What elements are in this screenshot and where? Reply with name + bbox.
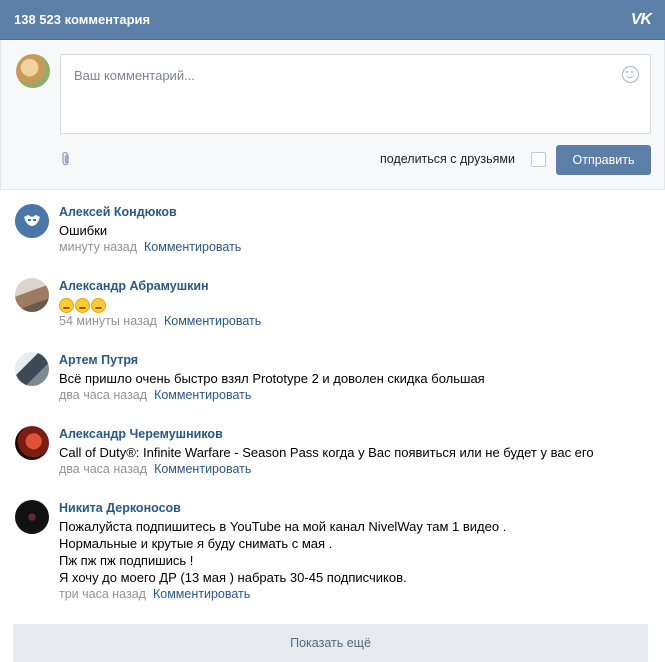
avatar[interactable]: [15, 352, 49, 386]
comment-text: Call of Duty®: Infinite Warfare - Season…: [59, 444, 594, 461]
comment-meta: два часа назад Комментировать: [59, 388, 251, 402]
comments-count-title: 138 523 комментария: [14, 12, 151, 27]
attach-clip-icon[interactable]: [60, 151, 72, 167]
comment-text: Ошибки: [59, 222, 107, 239]
share-with-friends-checkbox[interactable]: [531, 152, 546, 167]
comment-time[interactable]: 54 минуты назад: [59, 314, 157, 328]
comment-text-line: Пж пж пж подпишись !: [59, 553, 194, 568]
avatar[interactable]: [15, 426, 49, 460]
emoji-icon: [59, 298, 74, 313]
list-item: Алексей Кондюков Ошибки минуту назад Комм…: [0, 190, 665, 264]
share-with-friends-label: поделиться с друзьями: [380, 152, 515, 166]
comment-meta: минуту назад Комментировать: [59, 240, 241, 254]
comment-author[interactable]: Александр Черемушников: [59, 427, 223, 441]
comment-text: Пожалуйста подпишитесь в YouTube на мой …: [59, 518, 506, 586]
comment-author[interactable]: Алексей Кондюков: [59, 205, 177, 219]
list-item: Александр Абрамушкин 54 минуты назад Комм…: [0, 264, 665, 338]
list-item: Артем Путря Всё пришло очень быстро взял…: [0, 338, 665, 412]
comment-author[interactable]: Артем Путря: [59, 353, 138, 367]
comment-time[interactable]: два часа назад: [59, 388, 147, 402]
vk-logo-icon[interactable]: VK: [631, 11, 652, 29]
show-more-button[interactable]: Показать ещё: [13, 624, 648, 662]
comment-time[interactable]: два часа назад: [59, 462, 147, 476]
reply-link[interactable]: Комментировать: [154, 388, 251, 402]
reply-link[interactable]: Комментировать: [164, 314, 261, 328]
send-button[interactable]: Отправить: [556, 145, 651, 175]
widget-header: 138 523 комментария VK: [0, 0, 665, 40]
comment-input-placeholder: Ваш комментарий...: [74, 68, 195, 83]
comment-text-line: Пожалуйста подпишитесь в YouTube на мой …: [59, 519, 507, 534]
comment-text: [59, 296, 107, 315]
avatar[interactable]: [15, 204, 49, 238]
list-item: Никита Дерконосов Пожалуйста подпишитесь…: [0, 486, 665, 612]
comment-text-line: Ошибки: [59, 223, 108, 238]
emoji-picker-icon[interactable]: [622, 66, 639, 83]
avatar[interactable]: [15, 278, 49, 312]
reply-link[interactable]: Комментировать: [154, 462, 251, 476]
reply-link[interactable]: Комментировать: [144, 240, 241, 254]
comment-time[interactable]: три часа назад: [59, 587, 146, 601]
comment-text-line: Нормальные и крутые я буду снимать с мая…: [59, 536, 333, 551]
emoji-icon: [91, 298, 106, 313]
comment-meta: три часа назад Комментировать: [59, 587, 250, 601]
comment-text-line: Всё пришло очень быстро взял Prototype 2…: [59, 371, 485, 386]
comment-composer: Ваш комментарий... поделиться с друзьями…: [0, 40, 665, 190]
comment-time[interactable]: минуту назад: [59, 240, 137, 254]
current-user-avatar[interactable]: [16, 54, 50, 88]
reply-link[interactable]: Комментировать: [153, 587, 250, 601]
comment-input[interactable]: Ваш комментарий...: [60, 54, 651, 134]
avatar[interactable]: [15, 500, 49, 534]
comment-text-line: Я хочу до моего ДР (13 мая ) набрать 30-…: [59, 570, 407, 585]
comment-author[interactable]: Александр Абрамушкин: [59, 279, 209, 293]
comment-author[interactable]: Никита Дерконосов: [59, 501, 181, 515]
comment-meta: два часа назад Комментировать: [59, 462, 251, 476]
comment-meta: 54 минуты назад Комментировать: [59, 314, 261, 328]
comment-text-line: Call of Duty®: Infinite Warfare - Season…: [59, 445, 594, 460]
emoji-icon: [75, 298, 90, 313]
comment-text: Всё пришло очень быстро взял Prototype 2…: [59, 370, 485, 387]
list-item: Александр Черемушников Call of Duty®: In…: [0, 412, 665, 486]
